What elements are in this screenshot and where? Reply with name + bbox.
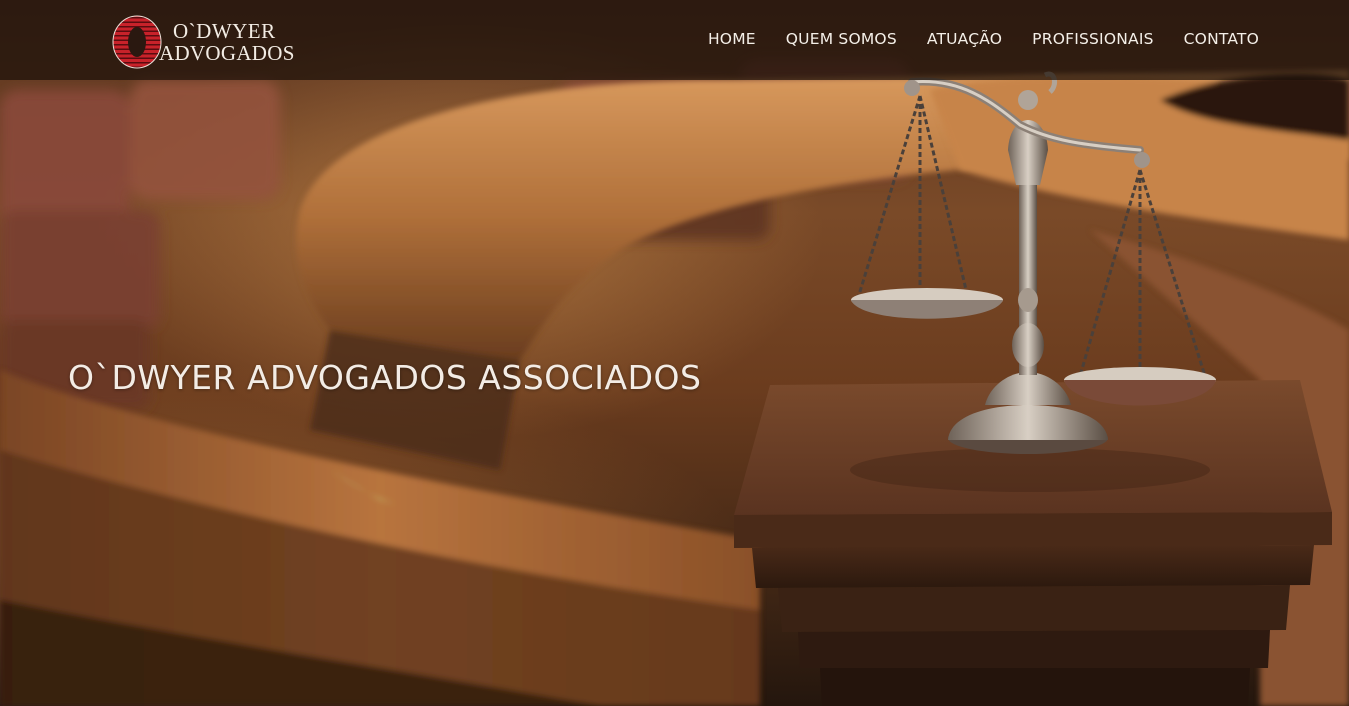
- nav-item-atuacao[interactable]: ATUAÇÃO: [927, 30, 1002, 50]
- nav-item-profissionais[interactable]: PROFISSIONAIS: [1032, 30, 1153, 50]
- brand-name-line1: O`DWYER: [173, 19, 276, 43]
- nav-item-quem-somos[interactable]: QUEM SOMOS: [786, 30, 897, 50]
- nav-item-home[interactable]: HOME: [708, 30, 756, 50]
- main-nav: HOME QUEM SOMOS ATUAÇÃO PROFISSIONAIS CO…: [678, 30, 1259, 50]
- brand-name-line2: ADVOGADOS: [159, 41, 295, 65]
- hero-background-image: [0, 0, 1349, 706]
- nav-item-contato[interactable]: CONTATO: [1184, 30, 1259, 50]
- site-header: O`DWYER ADVOGADOS HOME QUEM SOMOS ATUAÇÃ…: [0, 0, 1349, 80]
- brand-logo-icon: [112, 15, 162, 69]
- brand-logo[interactable]: O`DWYER ADVOGADOS: [111, 14, 311, 70]
- courtroom-illustration: [0, 60, 1349, 706]
- hero-title: O`DWYER ADVOGADOS ASSOCIADOS: [68, 358, 702, 397]
